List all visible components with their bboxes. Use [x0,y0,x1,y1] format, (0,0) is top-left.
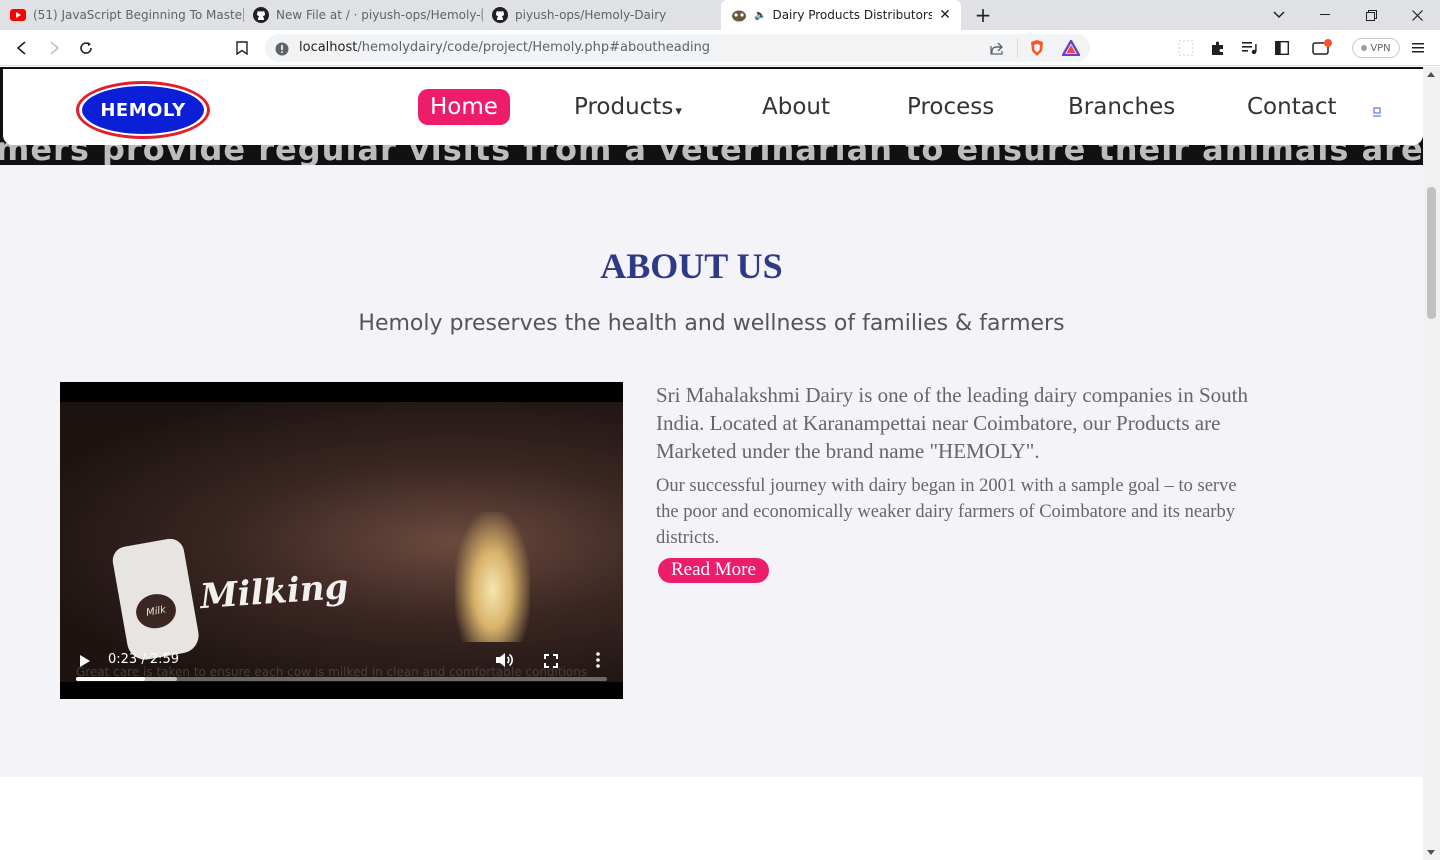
forward-button[interactable] [42,36,66,60]
menu-icon[interactable] [1406,36,1430,60]
read-more-button[interactable]: Read More [658,558,769,583]
bookmark-icon[interactable] [230,36,254,60]
scroll-up-arrow-icon[interactable] [1427,72,1435,77]
logo-text: HEMOLY [82,86,204,134]
extension-placeholder-icon[interactable] [1174,36,1198,60]
nav-home[interactable]: Home [418,89,510,125]
about-video-player[interactable]: Milk Milking Great care is taken to ensu… [60,382,623,699]
minimize-button[interactable] [1302,0,1348,30]
scroll-down-arrow-icon[interactable] [1427,850,1435,855]
github-icon [492,7,508,23]
about-text-block: Sri Mahalakshmi Dairy is one of the lead… [656,381,1256,583]
nav-products[interactable]: Products ▾ [574,89,682,125]
tab-title: piyush-ops/Hemoly-Dairy [515,8,667,22]
tab-search-chevron-icon[interactable] [1256,0,1302,30]
url-text: localhost/hemolydairy/code/project/Hemol… [299,40,710,55]
tab-title: Dairy Products Distributors - M [772,8,933,22]
share-icon[interactable] [989,40,1005,60]
milk-can-badge: Milk [133,590,179,632]
play-icon[interactable] [80,655,90,667]
vpn-status-dot [1361,45,1368,51]
video-controls: 0:23 / 2:59 [60,639,623,699]
tab-dairy-active[interactable]: 🔈 Dairy Products Distributors - M ✕ [721,0,961,30]
browser-tabstrip: (51) JavaScript Beginning To Mastery C N… [0,0,1440,30]
close-icon[interactable]: ✕ [937,7,953,23]
vpn-label: VPN [1370,42,1391,54]
reload-button[interactable] [74,36,98,60]
page-viewport: mers provide regular visits from a veter… [0,67,1440,860]
youtube-icon [10,7,26,23]
wallet-icon[interactable] [1310,36,1334,60]
video-progress-fill [76,677,146,681]
brave-shield-icon[interactable] [1029,39,1045,61]
video-progress-track[interactable] [76,677,607,681]
fullscreen-icon[interactable] [544,653,558,668]
about-paragraph-1: Sri Mahalakshmi Dairy is one of the lead… [656,383,1248,463]
page-scrollbar[interactable] [1423,67,1440,860]
vpn-button[interactable]: VPN [1352,38,1400,58]
volume-icon[interactable] [495,652,513,668]
brave-rewards-icon[interactable] [1060,38,1082,60]
tab-youtube[interactable]: (51) JavaScript Beginning To Mastery C [0,0,243,30]
new-tab-button[interactable]: + [960,0,1006,30]
hemoly-logo[interactable]: HEMOLY [76,81,210,139]
site-favicon [731,7,747,23]
media-playlist-icon[interactable] [1238,36,1262,60]
about-paragraph-2: Our successful journey with dairy began … [656,476,1237,548]
divider [1017,38,1018,58]
nav-products-label: Products [574,94,674,120]
url-path: /hemolydairy/code/project/Hemoly.php#abo… [357,40,711,55]
audio-playing-icon[interactable]: 🔈 [754,10,766,21]
extensions-puzzle-icon[interactable] [1206,36,1230,60]
site-info-icon[interactable] [275,41,289,60]
nav-contact[interactable]: Contact [1247,89,1336,125]
caret-down-icon: ▾ [675,103,682,119]
video-light-glow [455,512,530,642]
about-section: ABOUT US Hemoly preserves the health and… [0,165,1423,777]
nav-about[interactable]: About [762,89,830,125]
tab-github-repo[interactable]: piyush-ops/Hemoly-Dairy [482,0,720,30]
github-icon [253,7,269,23]
tab-title: New File at / · piyush-ops/Hemoly-Dai [276,8,482,22]
site-navbar: HEMOLY Home Products ▾ About Process Bran… [3,69,1423,145]
scrollbar-thumb[interactable] [1427,187,1436,319]
video-time: 0:23 / 2:59 [108,652,180,667]
about-subtitle: Hemoly preserves the health and wellness… [358,311,1065,336]
nav-branches[interactable]: Branches [1068,89,1175,125]
back-button[interactable] [10,36,34,60]
about-heading: ABOUT US [600,246,783,286]
url-host: localhost [299,40,358,55]
sidebar-toggle-icon[interactable] [1270,36,1294,60]
more-options-icon[interactable] [593,652,603,668]
user-icon[interactable] [1373,102,1381,117]
tab-github-new-file[interactable]: New File at / · piyush-ops/Hemoly-Dai [243,0,482,30]
address-bar[interactable]: localhost/hemolydairy/code/project/Hemol… [265,34,1090,62]
tab-title: (51) JavaScript Beginning To Mastery C [33,8,243,22]
restore-button[interactable] [1348,0,1394,30]
browser-toolbar: localhost/hemolydairy/code/project/Hemol… [0,30,1440,66]
close-window-button[interactable] [1394,0,1440,30]
nav-process[interactable]: Process [907,89,994,125]
